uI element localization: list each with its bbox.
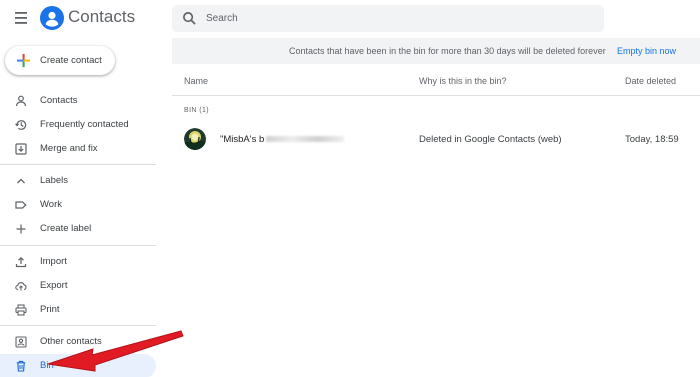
printer-icon — [15, 304, 27, 316]
sidebar-item-merge-and-fix[interactable]: Merge and fix — [0, 137, 156, 161]
sidebar-item-work[interactable]: Work — [0, 193, 156, 217]
menu-icon[interactable] — [12, 9, 32, 27]
sidebar-item-label: Import — [40, 256, 67, 267]
sidebar-item-export[interactable]: Export — [0, 274, 156, 298]
person-icon — [15, 95, 27, 107]
column-header-name: Name — [184, 76, 209, 86]
avatar — [184, 128, 206, 150]
column-header-date: Date deleted — [625, 76, 677, 86]
sidebar-divider — [0, 245, 156, 246]
banner-text: Contacts that have been in the bin for m… — [289, 46, 606, 56]
sidebar-item-contacts[interactable]: Contacts — [0, 89, 156, 113]
multicolor-plus-icon — [16, 53, 31, 68]
sidebar-item-label: Create label — [40, 223, 92, 234]
upload-icon — [15, 256, 27, 268]
bin-notice-banner: Contacts that have been in the bin for m… — [172, 38, 700, 64]
sidebar-item-label: Print — [40, 304, 60, 315]
sidebar-item-import[interactable]: Import — [0, 250, 156, 274]
label-icon — [15, 201, 27, 209]
table-row[interactable]: "MisbA's b Deleted in Google Contacts (w… — [172, 124, 700, 154]
sidebar-item-create-label[interactable]: Create label — [0, 217, 156, 241]
sidebar-item-label: Contacts — [40, 95, 78, 106]
search-bar[interactable] — [172, 5, 604, 32]
sidebar-item-label: Other contacts — [40, 336, 102, 347]
search-input[interactable] — [206, 9, 586, 28]
empty-bin-button[interactable]: Empty bin now — [617, 46, 676, 56]
app-title: Contacts — [68, 7, 136, 26]
sidebar-item-label: Labels — [40, 175, 68, 186]
contacts-logo-icon — [40, 6, 64, 30]
date-deleted: Today, 18:59 — [625, 134, 679, 145]
redacted-text — [266, 136, 345, 143]
sidebar-item-label: Work — [40, 199, 62, 210]
create-contact-label: Create contact — [40, 55, 102, 66]
history-icon — [15, 120, 27, 130]
cloud-upload-icon — [15, 282, 27, 291]
search-icon[interactable] — [182, 11, 197, 26]
plus-icon — [16, 224, 26, 234]
trash-icon — [16, 360, 26, 372]
column-header-reason: Why is this in the bin? — [419, 76, 507, 86]
sidebar-divider — [0, 325, 156, 326]
sidebar-item-bin[interactable]: Bin — [0, 354, 156, 377]
sidebar-item-other-contacts[interactable]: Other contacts — [0, 330, 156, 354]
sidebar-item-frequently-contacted[interactable]: Frequently contacted — [0, 113, 156, 137]
sidebar-item-print[interactable]: Print — [0, 298, 156, 322]
sidebar-divider — [0, 164, 156, 165]
person-add-icon — [15, 336, 27, 348]
bin-section-label: BIN (1) — [184, 107, 209, 114]
sidebar-item-label: Merge and fix — [40, 143, 98, 154]
merge-icon — [15, 143, 27, 155]
deletion-reason: Deleted in Google Contacts (web) — [419, 134, 562, 145]
sidebar-item-label: Frequently contacted — [40, 119, 129, 130]
sidebar-item-label: Bin — [40, 360, 54, 371]
create-contact-button[interactable]: Create contact — [5, 46, 115, 75]
sidebar-item-labels[interactable]: Labels — [0, 169, 156, 193]
table-header-divider — [172, 95, 700, 96]
chevron-up-icon — [17, 178, 25, 184]
sidebar-item-label: Export — [40, 280, 68, 291]
contact-name: "MisbA's b — [220, 134, 345, 145]
